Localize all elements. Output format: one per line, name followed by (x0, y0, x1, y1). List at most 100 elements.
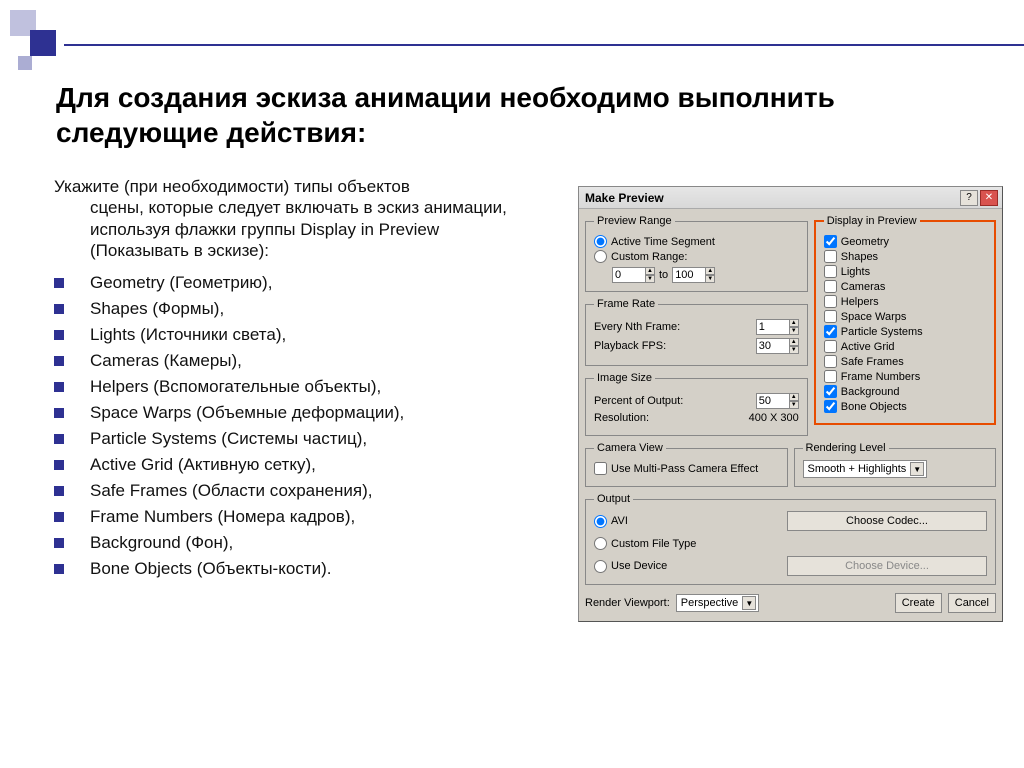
spinner-down-icon[interactable]: ▼ (789, 346, 799, 354)
bullet-item: Helpers (Вспомогательные объекты), (90, 377, 381, 397)
display-item-checkbox[interactable] (824, 370, 837, 383)
spinner-down-icon[interactable]: ▼ (705, 275, 715, 283)
output-avi-radio[interactable] (594, 515, 607, 528)
render-viewport-label: Render Viewport: (585, 597, 670, 609)
help-button[interactable]: ? (960, 190, 978, 206)
display-item: Space Warps (824, 310, 986, 323)
cancel-button[interactable]: Cancel (948, 593, 996, 613)
display-item-checkbox[interactable] (824, 325, 837, 338)
output-device-radio[interactable] (594, 560, 607, 573)
percent-output-input[interactable] (756, 393, 790, 409)
bullet-item: Lights (Источники света), (90, 325, 286, 345)
bullet-list: Geometry (Геометрию), Shapes (Формы), Li… (54, 273, 540, 579)
display-item-checkbox[interactable] (824, 385, 837, 398)
rendering-level-legend: Rendering Level (803, 442, 889, 454)
active-time-label: Active Time Segment (611, 236, 715, 248)
spinner-down-icon[interactable]: ▼ (789, 327, 799, 335)
display-item-checkbox[interactable] (824, 265, 837, 278)
display-item: Active Grid (824, 340, 986, 353)
display-item-checkbox[interactable] (824, 250, 837, 263)
close-button[interactable]: ✕ (980, 190, 998, 206)
range-from-input[interactable] (612, 267, 646, 283)
custom-range-radio[interactable] (594, 250, 607, 263)
display-item-checkbox[interactable] (824, 340, 837, 353)
bullet-item: Background (Фон), (90, 533, 233, 553)
display-item-checkbox[interactable] (824, 280, 837, 293)
display-item-label: Active Grid (841, 341, 895, 353)
display-item: Safe Frames (824, 355, 986, 368)
spinner-down-icon[interactable]: ▼ (789, 401, 799, 409)
rendering-level-group: Rendering Level Smooth + Highlights ▼ (794, 442, 997, 487)
display-item-checkbox[interactable] (824, 355, 837, 368)
nth-frame-label: Every Nth Frame: (594, 321, 680, 333)
rendering-level-value: Smooth + Highlights (808, 463, 907, 475)
nth-frame-input[interactable] (756, 319, 790, 335)
intro-rest: сцены, которые следует включать в эскиз … (54, 197, 540, 261)
percent-output-label: Percent of Output: (594, 395, 683, 407)
playback-fps-label: Playback FPS: (594, 340, 666, 352)
render-viewport-dropdown[interactable]: Perspective ▼ (676, 594, 759, 612)
display-item-label: Particle Systems (841, 326, 923, 338)
camera-view-legend: Camera View (594, 442, 666, 454)
display-item-label: Cameras (841, 281, 886, 293)
display-item: Shapes (824, 250, 986, 263)
display-item-checkbox[interactable] (824, 310, 837, 323)
custom-range-label: Custom Range: (611, 251, 687, 263)
display-item: Helpers (824, 295, 986, 308)
multipass-label: Use Multi-Pass Camera Effect (611, 463, 758, 475)
display-item-label: Geometry (841, 236, 889, 248)
camera-view-group: Camera View Use Multi-Pass Camera Effect (585, 442, 788, 487)
display-item-label: Bone Objects (841, 401, 907, 413)
bullet-item: Geometry (Геометрию), (90, 273, 272, 293)
choose-device-button[interactable]: Choose Device... (787, 556, 987, 576)
create-button[interactable]: Create (895, 593, 942, 613)
playback-fps-input[interactable] (756, 338, 790, 354)
range-to-input[interactable] (672, 267, 706, 283)
dialog-titlebar[interactable]: Make Preview ? ✕ (579, 187, 1002, 209)
output-group: Output AVI Choose Codec... Custom File T… (585, 493, 996, 585)
spinner-up-icon[interactable]: ▲ (789, 338, 799, 346)
spinner-up-icon[interactable]: ▲ (705, 267, 715, 275)
display-item-label: Helpers (841, 296, 879, 308)
output-device-label: Use Device (611, 560, 667, 572)
intro-text: Укажите (при необходимости) типы объекто… (54, 176, 540, 261)
multipass-checkbox[interactable] (594, 462, 607, 475)
intro-line1: Укажите (при необходимости) типы объекто… (54, 177, 410, 196)
bullet-item: Bone Objects (Объекты-кости). (90, 559, 331, 579)
display-item: Cameras (824, 280, 986, 293)
display-item-checkbox[interactable] (824, 235, 837, 248)
title-rule (64, 44, 1024, 46)
output-avi-label: AVI (611, 515, 628, 527)
display-legend: Display in Preview (824, 215, 920, 227)
display-in-preview-group: Display in Preview GeometryShapesLightsC… (814, 215, 996, 425)
frame-rate-group: Frame Rate Every Nth Frame: ▲▼ Playback … (585, 298, 808, 366)
resolution-value: 400 X 300 (749, 412, 799, 424)
slide-title: Для создания эскиза анимации необходимо … (56, 80, 994, 150)
spinner-down-icon[interactable]: ▼ (645, 275, 655, 283)
active-time-radio[interactable] (594, 235, 607, 248)
bullet-item: Particle Systems (Системы частиц), (90, 429, 367, 449)
display-item: Frame Numbers (824, 370, 986, 383)
spinner-up-icon[interactable]: ▲ (789, 319, 799, 327)
spinner-up-icon[interactable]: ▲ (789, 393, 799, 401)
spinner-up-icon[interactable]: ▲ (645, 267, 655, 275)
display-item-label: Background (841, 386, 900, 398)
display-item-label: Space Warps (841, 311, 907, 323)
display-item-label: Shapes (841, 251, 878, 263)
slide-body: Укажите (при необходимости) типы объекто… (54, 176, 540, 585)
bullet-item: Frame Numbers (Номера кадров), (90, 507, 355, 527)
rendering-level-dropdown[interactable]: Smooth + Highlights ▼ (803, 460, 928, 478)
display-item-checkbox[interactable] (824, 295, 837, 308)
choose-codec-button[interactable]: Choose Codec... (787, 511, 987, 531)
display-item: Geometry (824, 235, 986, 248)
display-item-label: Frame Numbers (841, 371, 920, 383)
preview-range-group: Preview Range Active Time Segment Custom… (585, 215, 808, 292)
render-viewport-value: Perspective (681, 597, 738, 609)
output-custom-radio[interactable] (594, 537, 607, 550)
frame-rate-legend: Frame Rate (594, 298, 658, 310)
bullet-item: Cameras (Камеры), (90, 351, 242, 371)
display-item-checkbox[interactable] (824, 400, 837, 413)
resolution-label: Resolution: (594, 412, 649, 424)
image-size-group: Image Size Percent of Output: ▲▼ Resolut… (585, 372, 808, 436)
bullet-item: Shapes (Формы), (90, 299, 224, 319)
